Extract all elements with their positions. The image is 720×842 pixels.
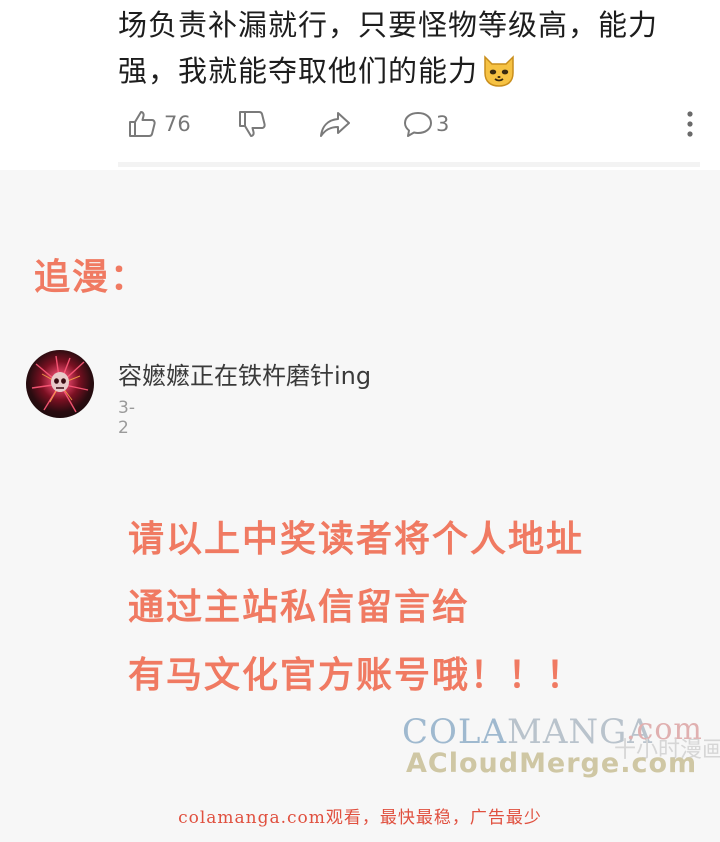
notice-line-1: 请以上中奖读者将个人地址: [128, 519, 585, 560]
avatar[interactable]: [26, 350, 94, 418]
watermark-cola: COLA: [402, 712, 508, 752]
share-icon: [318, 108, 352, 140]
thumbs-down-icon: [236, 108, 268, 140]
comment-icon: [402, 108, 434, 140]
comment-line-2: 强，我就能夺取他们的能力: [118, 54, 479, 88]
more-options-button[interactable]: [680, 104, 700, 144]
comment-line-1: 场负责补漏就行，只要怪物等级高，能力: [118, 8, 659, 42]
watermark-line-2: ACloudMerge.com: [406, 748, 698, 779]
like-count: 76: [164, 112, 191, 136]
prize-notice: 请以上中奖读者将个人地址 通过主站私信留言给 有马文化官方账号哦！！！: [128, 506, 688, 710]
section-heading: 追漫：: [34, 257, 149, 298]
comment-card: 场负责补漏就行，只要怪物等级高，能力 强，我就能夺取他们的能力 76 3: [0, 0, 720, 170]
username[interactable]: 容嬷嬷正在铁杵磨针ing: [118, 356, 371, 391]
more-icon: [686, 110, 694, 138]
comment-text: 场负责补漏就行，只要怪物等级高，能力 强，我就能夺取他们的能力: [118, 2, 708, 94]
thumbs-up-icon: [126, 108, 158, 140]
notice-line-2: 通过主站私信留言给: [128, 587, 471, 628]
like-button[interactable]: 76: [126, 104, 191, 144]
cat-face-icon: [480, 51, 518, 89]
watermark-logo: COLAMANGA .com 十小时漫画 ACloudMerge.com: [402, 712, 720, 784]
dislike-button[interactable]: [236, 104, 268, 144]
comment-button[interactable]: 3: [402, 104, 449, 144]
comment-actions: 76 3: [118, 104, 708, 144]
notice-line-3: 有马文化官方账号哦！！！: [128, 655, 585, 696]
comment-count: 3: [436, 112, 450, 136]
post-date: 3-2: [118, 398, 135, 438]
share-button[interactable]: [318, 104, 352, 144]
divider: [118, 162, 700, 167]
footer-ad-text: colamanga.com观看，最快最稳，广告最少: [178, 808, 542, 828]
